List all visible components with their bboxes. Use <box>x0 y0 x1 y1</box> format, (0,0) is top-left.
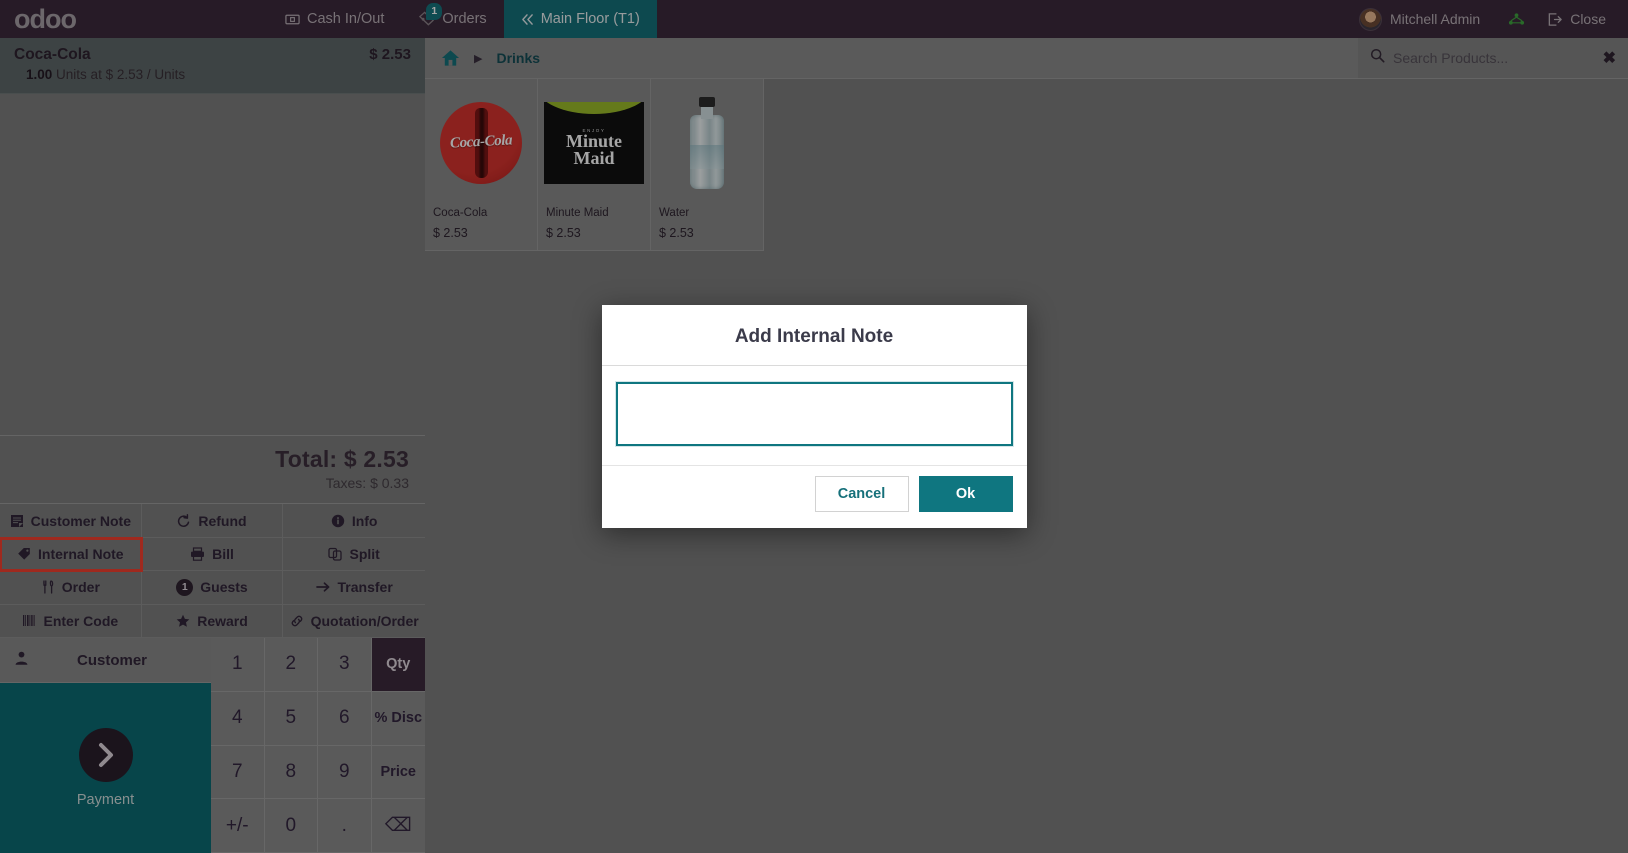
dialog-footer: Cancel Ok <box>601 465 1027 528</box>
dialog-body <box>602 366 1027 465</box>
modal-overlay[interactable]: Add Internal Note Cancel Ok <box>0 0 1628 853</box>
add-internal-note-dialog: Add Internal Note Cancel Ok <box>601 305 1027 528</box>
ok-button[interactable]: Ok <box>918 476 1013 512</box>
cancel-button[interactable]: Cancel <box>814 476 909 512</box>
dialog-title: Add Internal Note <box>734 326 894 347</box>
internal-note-input[interactable] <box>615 382 1013 446</box>
dialog-header: Add Internal Note <box>601 305 1027 366</box>
pos-app: odoo Cash In/Out 1 Orders Main Floor (T1… <box>0 0 1628 853</box>
